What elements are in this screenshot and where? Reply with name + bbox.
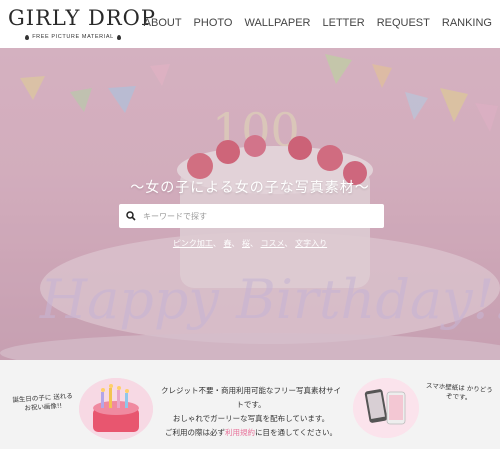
wallpaper-thumbnail[interactable] [353,378,419,438]
search-input[interactable] [143,205,384,227]
hero-section: 100 Happy Birthday!! ～女の子による女の子な写真素材～ ピン… [0,48,500,360]
intro-line-3: ご利用の際は必ず利用規約に目を通してください。 [164,428,338,437]
main-nav: ABOUT PHOTO WALLPAPER LETTER REQUEST RAN… [144,17,492,29]
quick-links: ピンク加工、 春、 桜、 コスメ、 文字入り [172,239,328,248]
quick-link-cosme[interactable]: コスメ [261,239,285,248]
nav-letter[interactable]: LETTER [323,17,365,29]
intro-line-1: クレジット不要・商用利用可能なフリー写真素材サイトです。 [161,386,341,409]
intro-line-2: おしゃれでガーリーな写真を配布しています。 [172,414,330,423]
nav-photo[interactable]: PHOTO [194,17,233,29]
logo-subtitle-text: FREE PICTURE MATERIAL [32,34,114,40]
logo-subtitle: FREE PICTURE MATERIAL [8,34,138,40]
nav-about[interactable]: ABOUT [144,17,182,29]
search-box [119,204,384,228]
cake-image [79,378,153,440]
nav-wallpaper[interactable]: WALLPAPER [244,17,310,29]
phones-image [353,378,419,438]
quick-link-text[interactable]: 文字入り [295,239,327,248]
intro-section: 誕生日の子に 送れる お祝い画像!! クレジット不要・商用利用可能なフリー写真素… [0,360,500,449]
wallpaper-note: スマホ壁紙は かりどうぞです。 [425,381,493,402]
nav-ranking[interactable]: RANKING [442,17,492,29]
site-header: GIRLY DROP FREE PICTURE MATERIAL ABOUT P… [0,0,500,48]
drop-icon [25,34,30,40]
birthday-note: 誕生日の子に 送れる お祝い画像!! [12,391,74,413]
intro-text: クレジット不要・商用利用可能なフリー写真素材サイトです。 おしゃれでガーリーな写… [158,384,344,440]
logo-title: GIRLY DROP [8,6,157,30]
nav-request[interactable]: REQUEST [377,17,430,29]
birthday-thumbnail[interactable] [79,378,153,440]
terms-link[interactable]: 利用規約 [225,428,255,437]
quick-link-pink[interactable]: ピンク加工 [173,239,213,248]
quick-link-sakura[interactable]: 桜 [242,239,250,248]
drop-icon [116,34,121,40]
hero-tagline: ～女の子による女の子な写真素材～ [130,180,370,196]
site-logo[interactable]: GIRLY DROP FREE PICTURE MATERIAL [8,6,157,40]
search-icon[interactable] [119,204,143,228]
